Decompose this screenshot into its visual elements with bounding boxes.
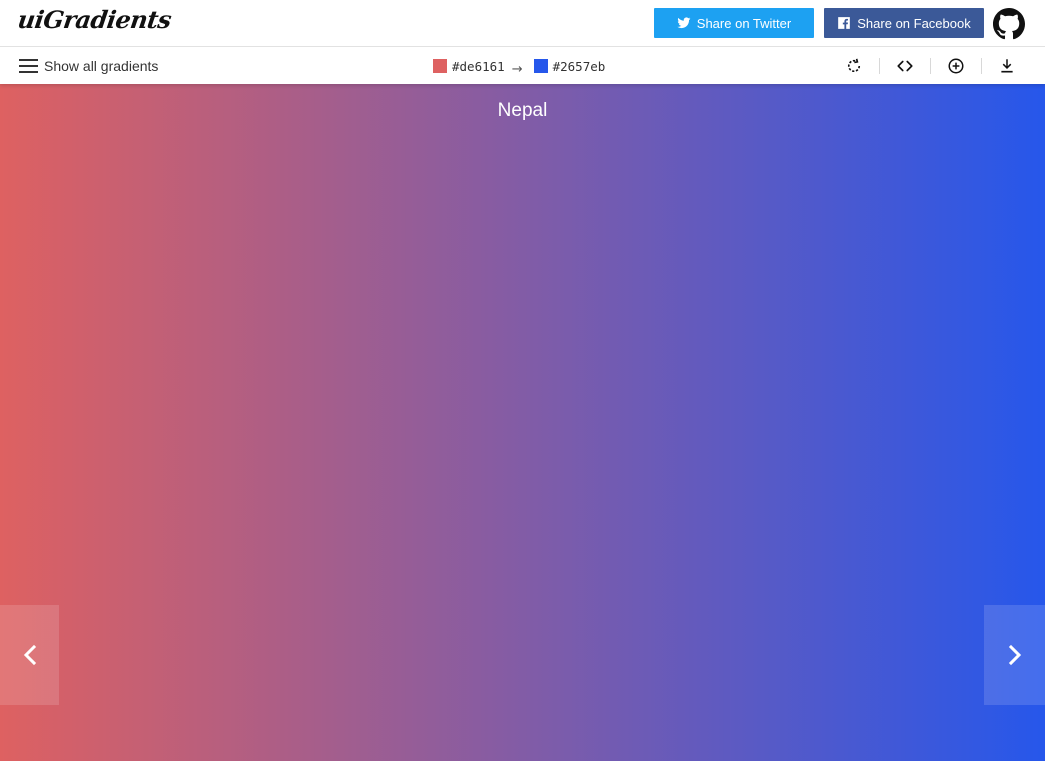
download-icon xyxy=(1001,59,1013,73)
gradient-display: Nepal xyxy=(0,84,1045,761)
get-css-code-button[interactable] xyxy=(889,53,921,79)
chevron-right-icon xyxy=(1008,644,1021,666)
toolbar-divider xyxy=(930,58,931,74)
share-twitter-button[interactable]: Share on Twitter xyxy=(654,8,814,38)
github-icon xyxy=(993,8,1025,40)
download-gradient-button[interactable] xyxy=(991,53,1023,79)
color-code-from[interactable]: #de6161 xyxy=(452,59,505,74)
share-facebook-button[interactable]: Share on Facebook xyxy=(824,8,984,38)
color-swatch-from xyxy=(433,59,447,73)
top-header: uiGradients Share on Twitter Share on Fa… xyxy=(0,0,1045,47)
previous-gradient-button[interactable] xyxy=(0,605,59,705)
hamburger-menu-icon xyxy=(19,59,38,73)
arrow-right-icon: → xyxy=(511,61,523,77)
rotate-gradient-button[interactable] xyxy=(838,53,870,79)
twitter-icon xyxy=(677,17,691,29)
gradient-toolbar: Show all gradients #de6161 → #2657eb xyxy=(0,47,1045,84)
add-gradient-button[interactable] xyxy=(940,53,972,79)
next-gradient-button[interactable] xyxy=(984,605,1045,705)
code-icon xyxy=(897,60,913,72)
show-all-gradients-button[interactable]: Show all gradients xyxy=(19,54,158,78)
add-circle-icon xyxy=(948,58,964,74)
chevron-left-icon xyxy=(23,644,36,666)
rotate-icon xyxy=(847,58,861,72)
gradient-name: Nepal xyxy=(497,100,548,121)
color-swatch-to xyxy=(533,59,548,73)
color-codes: #de6161 → #2657eb xyxy=(433,57,606,77)
color-code-to[interactable]: #2657eb xyxy=(553,59,606,74)
show-all-gradients-label: Show all gradients xyxy=(44,58,159,74)
toolbar-divider xyxy=(981,58,982,74)
share-facebook-label: Share on Facebook xyxy=(857,15,971,31)
toolbar-divider xyxy=(879,58,880,74)
app-logo[interactable]: uiGradients xyxy=(16,5,173,34)
share-twitter-label: Share on Twitter xyxy=(696,15,792,31)
facebook-icon xyxy=(838,17,851,29)
github-link[interactable] xyxy=(993,8,1025,40)
toolbar-actions xyxy=(838,53,1023,79)
